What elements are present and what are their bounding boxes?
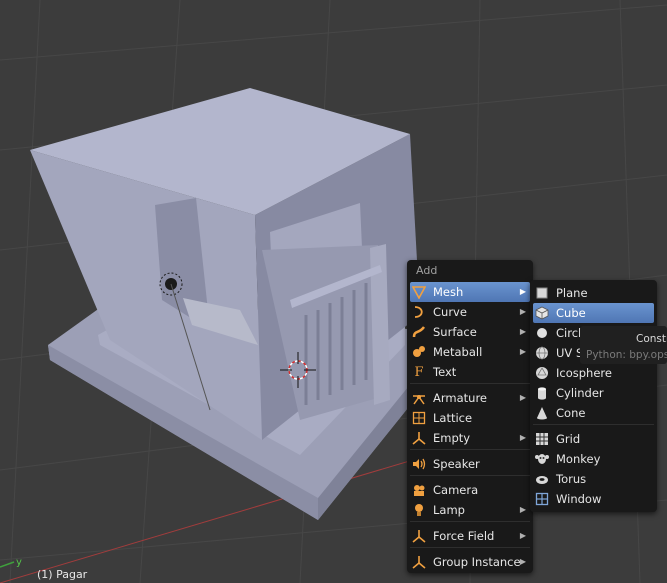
3d-viewport[interactable]: Add Mesh ▶ Curve ▶ Surface ▶ Metaball ▶ … (0, 0, 667, 583)
add-menu-item-mesh[interactable]: Mesh ▶ (410, 282, 530, 302)
torus-icon (534, 471, 550, 487)
armature-icon (411, 390, 427, 406)
menu-separator (533, 424, 654, 425)
add-menu-item-lattice[interactable]: Lattice (410, 408, 530, 428)
menu-item-label: Icosphere (556, 366, 612, 380)
submenu-arrow-icon: ▶ (519, 393, 526, 402)
menu-item-label: Cube (556, 306, 586, 320)
add-menu-item-empty[interactable]: Empty ▶ (410, 428, 530, 448)
submenu-arrow-icon: ▶ (519, 433, 526, 442)
submenu-arrow-icon: ▶ (519, 327, 526, 336)
menu-item-label: Monkey (556, 452, 601, 466)
menu-item-label: Lamp (433, 503, 465, 517)
uv-sphere-icon (534, 345, 550, 361)
active-object-label: (1) Pagar (37, 568, 88, 581)
submenu-arrow-icon: ▶ (519, 557, 526, 566)
mesh-menu-item-torus[interactable]: Torus (533, 469, 654, 489)
menu-item-label: Window (556, 492, 602, 506)
mesh-menu-item-cube[interactable]: Cube (533, 303, 654, 323)
y-axis-label: y (16, 557, 22, 568)
mesh-menu-item-icosphere[interactable]: Icosphere (533, 363, 654, 383)
empty-icon (411, 430, 427, 446)
menu-item-label: Grid (556, 432, 581, 446)
menu-separator (410, 383, 530, 384)
speaker-icon (411, 456, 427, 472)
submenu-arrow-icon: ▶ (519, 531, 526, 540)
add-menu-item-lamp[interactable]: Lamp ▶ (410, 500, 530, 520)
submenu-arrow-icon: ▶ (519, 287, 526, 296)
mesh-icon (411, 284, 427, 300)
house-model[interactable] (30, 88, 432, 520)
menu-item-label: Force Field (433, 529, 495, 543)
menu-item-label: Metaball (433, 345, 483, 359)
add-menu-item-curve[interactable]: Curve ▶ (410, 302, 530, 322)
submenu-arrow-icon: ▶ (519, 307, 526, 316)
menu-item-label: Camera (433, 483, 479, 497)
lattice-icon (411, 410, 427, 426)
monkey-icon (534, 451, 550, 467)
lamp-icon (411, 502, 427, 518)
add-menu-item-group-instance[interactable]: Group Instance ▶ (410, 552, 530, 572)
mesh-menu-item-plane[interactable]: Plane (533, 283, 654, 303)
y-axis-line (0, 561, 15, 568)
add-menu-item-metaball[interactable]: Metaball ▶ (410, 342, 530, 362)
circle-icon (534, 325, 550, 341)
mesh-menu-item-cone[interactable]: Cone (533, 403, 654, 423)
menu-item-label: Armature (433, 391, 487, 405)
mesh-menu-item-window[interactable]: Window (533, 489, 654, 509)
plane-icon (534, 285, 550, 301)
menu-separator (410, 475, 530, 476)
menu-item-label: Empty (433, 431, 471, 445)
camera-icon (411, 482, 427, 498)
submenu-arrow-icon: ▶ (519, 505, 526, 514)
tooltip-python-path: Python: bpy.ops. (586, 349, 667, 361)
menu-separator (410, 547, 530, 548)
mesh-menu-item-grid[interactable]: Grid (533, 429, 654, 449)
cylinder-icon (534, 385, 550, 401)
submenu-arrow-icon: ▶ (519, 347, 526, 356)
mesh-menu-item-monkey[interactable]: Monkey (533, 449, 654, 469)
mesh-menu-item-cylinder[interactable]: Cylinder (533, 383, 654, 403)
menu-item-label: Cylinder (556, 386, 604, 400)
icosphere-icon (534, 365, 550, 381)
add-menu-item-text[interactable]: F Text (410, 362, 530, 382)
metaball-icon (411, 344, 427, 360)
tooltip: Constr Python: bpy.ops. (580, 326, 667, 364)
menu-item-label: Surface (433, 325, 477, 339)
menu-item-label: Torus (556, 472, 587, 486)
menu-separator (410, 521, 530, 522)
mesh-submenu: Plane Cube Circle UV Sphere Icosphere Cy… (530, 280, 657, 512)
add-menu-item-armature[interactable]: Armature ▶ (410, 388, 530, 408)
cube-icon (534, 305, 550, 321)
menu-separator (410, 449, 530, 450)
add-menu-item-surface[interactable]: Surface ▶ (410, 322, 530, 342)
grid-icon (534, 431, 550, 447)
add-menu-title: Add (416, 264, 438, 277)
menu-item-label: Plane (556, 286, 588, 300)
menu-item-label: Speaker (433, 457, 480, 471)
cone-icon (534, 405, 550, 421)
curve-icon (411, 304, 427, 320)
tooltip-description: Constr (636, 333, 667, 345)
menu-item-label: Mesh (433, 285, 464, 299)
add-menu: Add Mesh ▶ Curve ▶ Surface ▶ Metaball ▶ … (407, 260, 533, 573)
group-instance-icon (411, 554, 427, 570)
add-menu-item-speaker[interactable]: Speaker (410, 454, 530, 474)
surface-icon (411, 324, 427, 340)
force-field-icon (411, 528, 427, 544)
menu-item-label: Text (433, 365, 457, 379)
window-icon (534, 491, 550, 507)
add-menu-item-camera[interactable]: Camera (410, 480, 530, 500)
menu-item-label: Group Instance (433, 555, 521, 569)
text-icon: F (414, 364, 424, 380)
menu-item-label: Lattice (433, 411, 473, 425)
add-menu-item-force-field[interactable]: Force Field ▶ (410, 526, 530, 546)
menu-item-label: Cone (556, 406, 586, 420)
menu-item-label: Curve (433, 305, 467, 319)
